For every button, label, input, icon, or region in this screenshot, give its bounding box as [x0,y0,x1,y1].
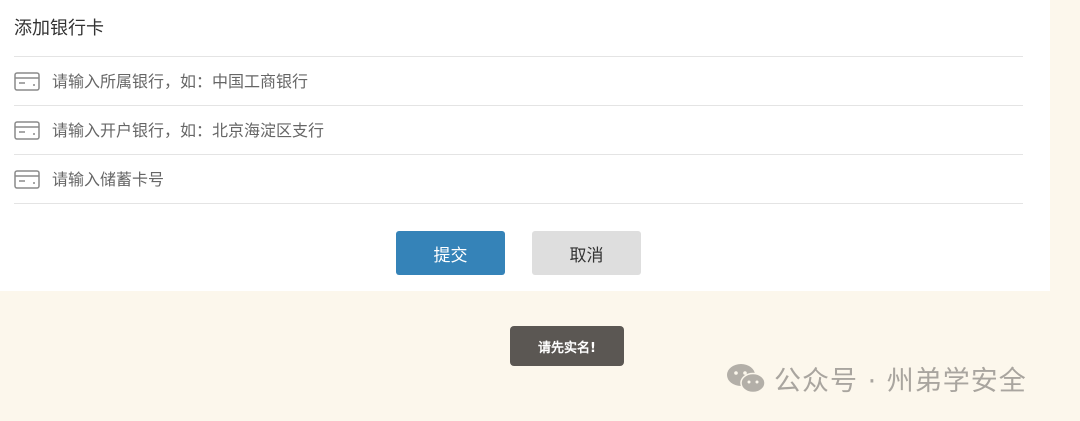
submit-button[interactable]: 提交 [396,231,505,275]
bank-name-input[interactable] [52,69,952,93]
bank-name-row [14,57,1023,105]
add-bank-card-panel: 添加银行卡 提交 取消 [0,0,1050,291]
bank-card-icon [14,71,40,91]
bank-card-icon [14,120,40,140]
wechat-icon [727,364,766,394]
bank-card-icon [14,169,40,189]
card-number-row [14,155,1023,203]
card-number-input[interactable] [52,167,952,191]
toast-message: 请先实名! [510,326,624,366]
page-title: 添加银行卡 [14,18,104,39]
divider [14,203,1023,204]
watermark: 公众号 · 州弟学安全 [726,358,1027,398]
branch-name-row [14,106,1023,154]
watermark-text: 公众号 · 州弟学安全 [774,365,1027,397]
branch-name-input[interactable] [52,118,952,142]
cancel-button[interactable]: 取消 [532,231,641,275]
